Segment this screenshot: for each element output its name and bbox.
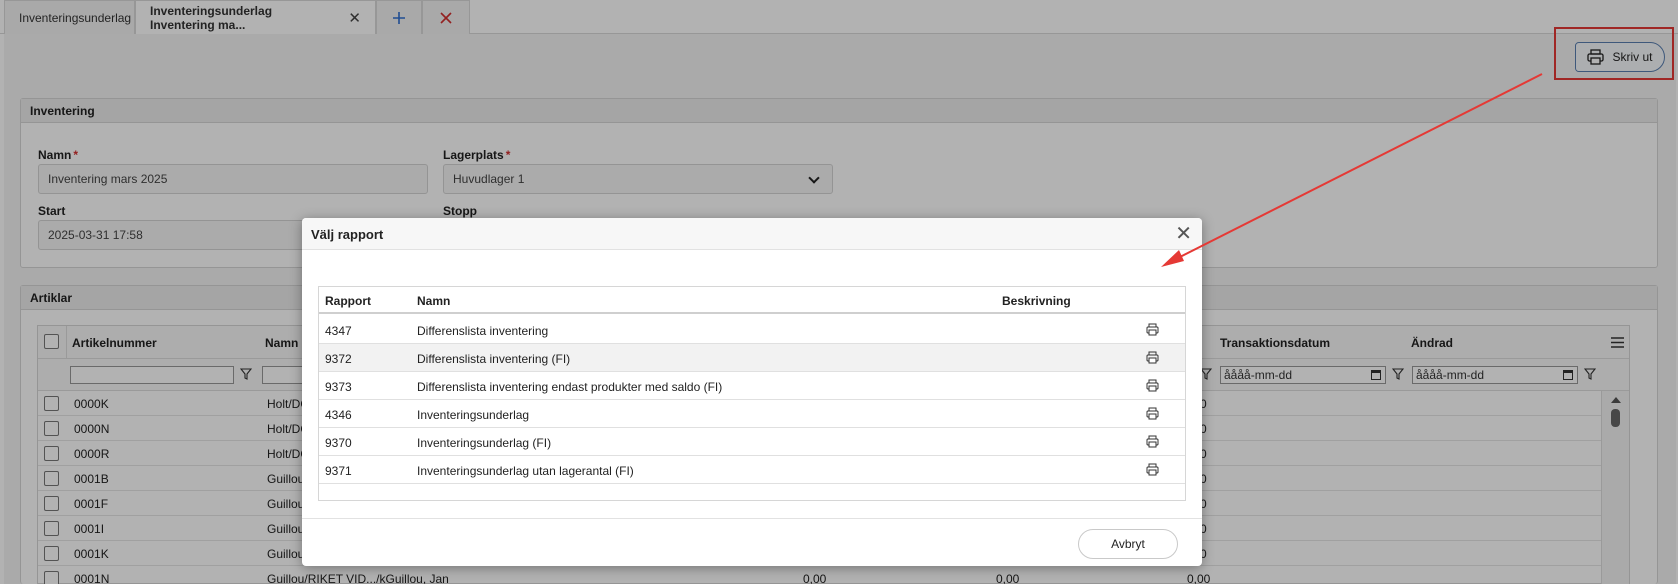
annotation-arrow <box>1161 73 1543 267</box>
